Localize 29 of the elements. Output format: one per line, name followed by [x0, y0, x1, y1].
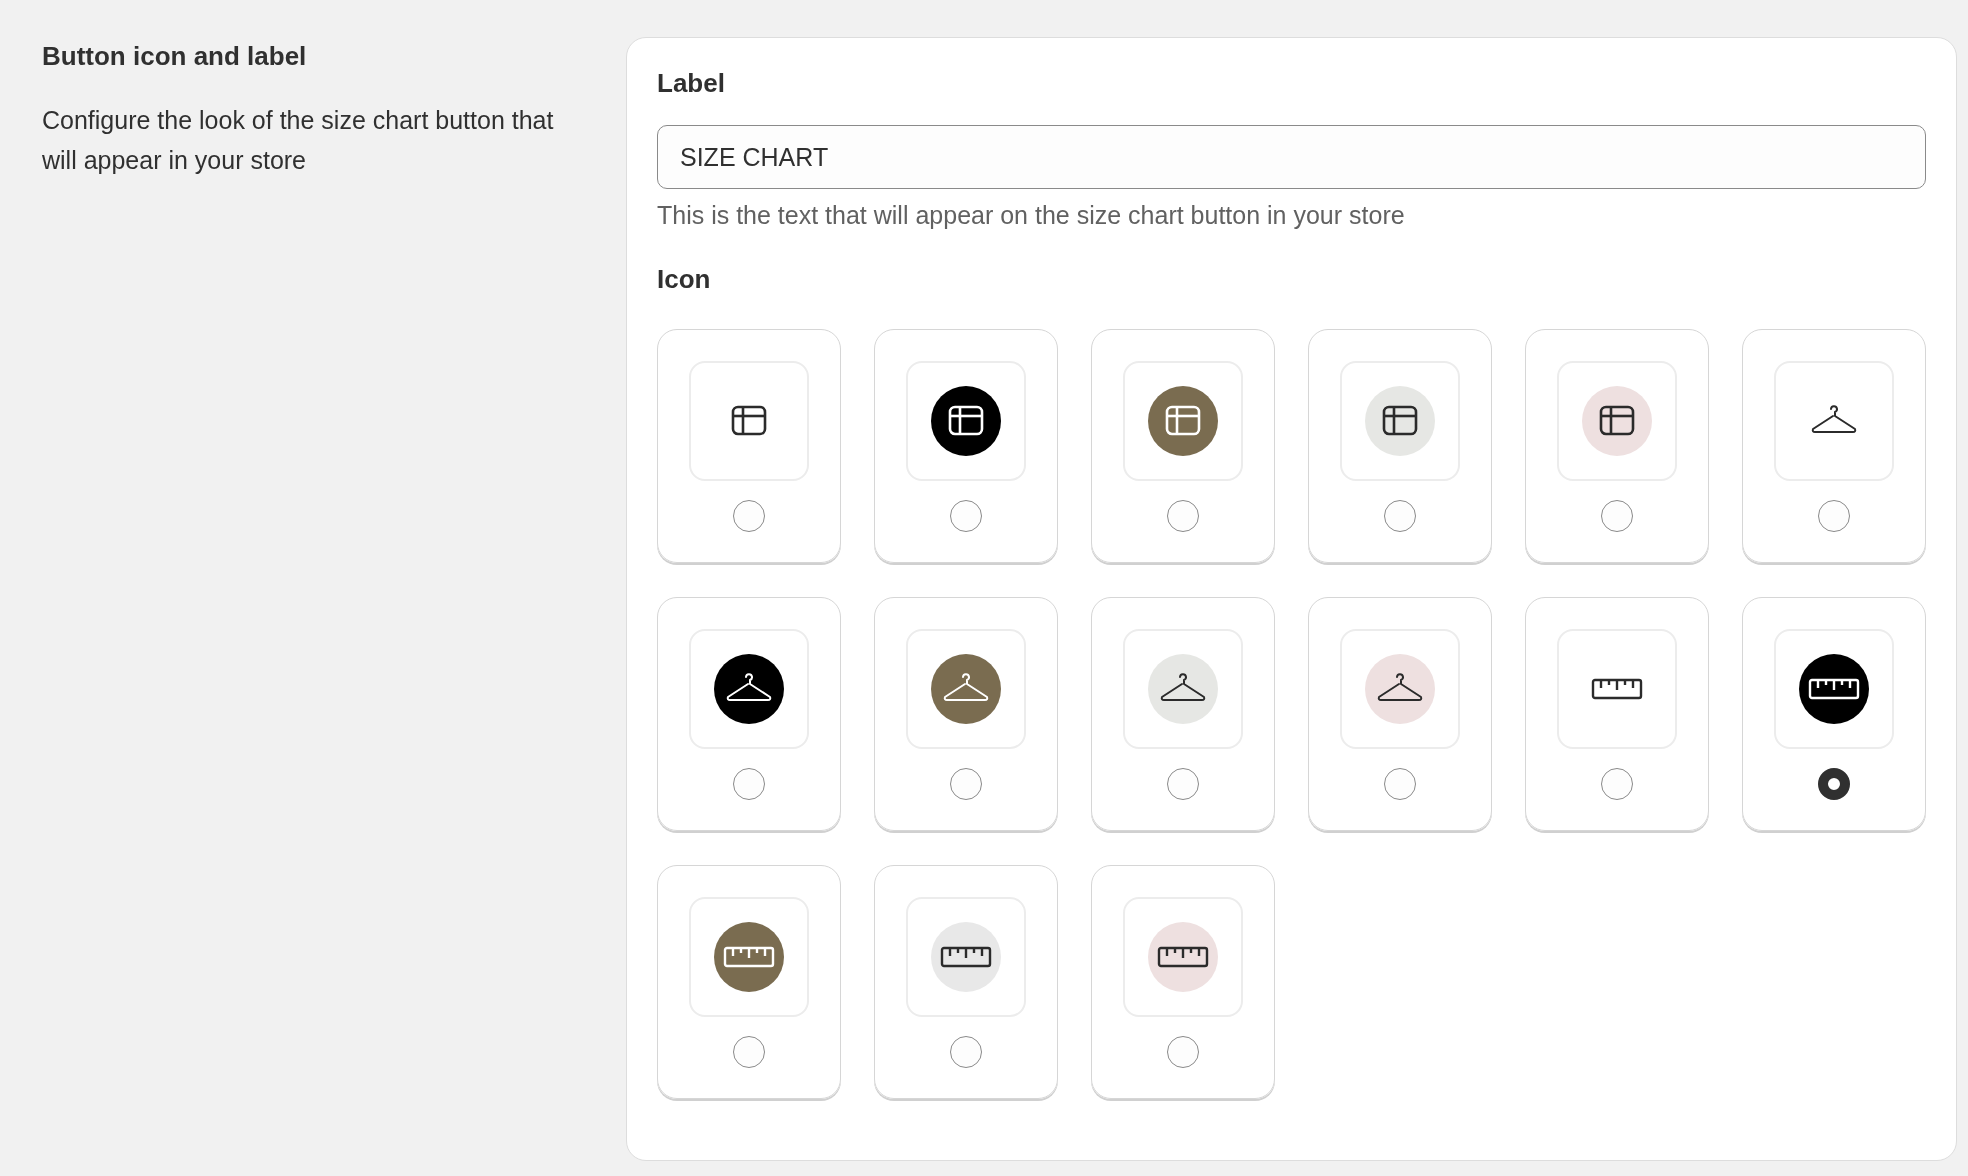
icon-option-card[interactable] [874, 329, 1058, 563]
radio-button[interactable] [1818, 768, 1850, 800]
icon-option-card[interactable] [657, 597, 841, 831]
radio-button[interactable] [1167, 768, 1199, 800]
radio-button[interactable] [733, 768, 765, 800]
ruler-icon [1157, 945, 1209, 969]
icon-heading: Icon [657, 264, 712, 295]
radio-button[interactable] [950, 1036, 982, 1068]
radio-button[interactable] [733, 500, 765, 532]
section-description: Configure the look of the size chart button that will appear in your store [42, 105, 555, 176]
radio-button[interactable] [1384, 500, 1416, 532]
label-help-text: This is the text that will appear on the size chart button in your store [657, 201, 1406, 230]
radio-button[interactable] [950, 500, 982, 532]
radio-button[interactable] [1818, 500, 1850, 532]
radio-button[interactable] [950, 768, 982, 800]
section-title: Button icon and label [42, 41, 308, 72]
ruler-icon [940, 945, 992, 969]
radio-button[interactable] [1601, 500, 1633, 532]
label-heading: Label [657, 68, 726, 99]
ruler-icon [1591, 677, 1643, 701]
radio-button[interactable] [1167, 500, 1199, 532]
radio-button[interactable] [1167, 1036, 1199, 1068]
label-input-field[interactable]: SIZE CHART [657, 125, 1926, 189]
radio-button[interactable] [1384, 768, 1416, 800]
icon-option-card[interactable] [1742, 597, 1926, 831]
ruler-icon [1808, 677, 1860, 701]
radio-button[interactable] [733, 1036, 765, 1068]
ruler-icon [723, 945, 775, 969]
radio-button[interactable] [1601, 768, 1633, 800]
